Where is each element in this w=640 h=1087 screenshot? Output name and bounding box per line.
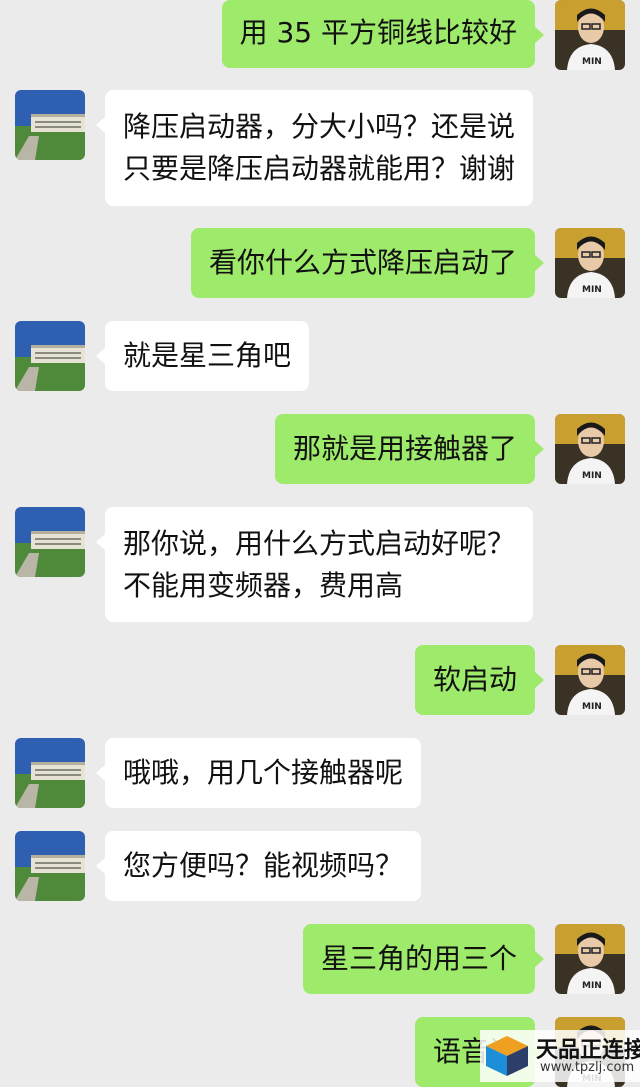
building-avatar-icon (15, 321, 85, 391)
contact-avatar[interactable] (15, 90, 85, 160)
message-text: 您方便吗？能视频吗？ (123, 849, 404, 882)
message-bubble[interactable]: 看你什么方式降压启动了 (190, 228, 545, 298)
message-bubble[interactable]: 那就是用接触器了 (274, 414, 545, 484)
message-text: 那就是用接触器了 (292, 432, 517, 465)
svg-text:MIN: MIN (582, 57, 602, 67)
message-text: 软启动 (432, 663, 517, 696)
building-avatar-icon (15, 738, 85, 808)
message-text: 不能用变频器，费用高 (123, 569, 404, 602)
user-avatar[interactable]: MIN (555, 645, 625, 715)
message-text: 星三角的用三个 (320, 942, 517, 975)
watermark: 天品正连接 www.tpzlj.com (480, 1030, 640, 1082)
person-avatar-icon: MIN (555, 924, 625, 994)
building-avatar-icon (15, 90, 85, 160)
message-bubble[interactable]: 用 35 平方铜线比较好 (221, 0, 545, 68)
building-avatar-icon (15, 831, 85, 901)
message-text: 用 35 平方铜线比较好 (239, 16, 517, 49)
message-bubble[interactable]: 哦哦，用几个接触器呢 (95, 738, 422, 808)
person-avatar-icon: MIN (555, 228, 625, 298)
message-text: 降压启动器，分大小吗？还是说 (123, 110, 516, 143)
person-avatar-icon: MIN (555, 0, 625, 70)
message-text: 那你说，用什么方式启动好呢？ (123, 527, 516, 560)
user-avatar[interactable]: MIN (555, 414, 625, 484)
cube-logo-icon (486, 1036, 528, 1076)
message-bubble[interactable]: 那你说，用什么方式启动好呢？ 不能用变频器，费用高 (95, 507, 534, 622)
building-avatar-icon (15, 507, 85, 577)
watermark-url: www.tpzlj.com (540, 1060, 635, 1075)
message-text: 只要是降压启动器就能用？谢谢 (123, 152, 516, 185)
contact-avatar[interactable] (15, 507, 85, 577)
svg-text:MIN: MIN (582, 471, 602, 481)
user-avatar[interactable]: MIN (555, 0, 625, 70)
message-bubble[interactable]: 软启动 (414, 645, 545, 715)
message-bubble[interactable]: 就是星三角吧 (95, 321, 310, 391)
svg-text:MIN: MIN (582, 285, 602, 295)
contact-avatar[interactable] (15, 321, 85, 391)
message-bubble[interactable]: 您方便吗？能视频吗？ (95, 831, 422, 901)
message-text: 哦哦，用几个接触器呢 (123, 756, 404, 789)
person-avatar-icon: MIN (555, 645, 625, 715)
message-text: 看你什么方式降压启动了 (208, 246, 517, 279)
contact-avatar[interactable] (15, 738, 85, 808)
svg-text:MIN: MIN (582, 981, 602, 991)
message-bubble[interactable]: 星三角的用三个 (302, 924, 545, 994)
user-avatar[interactable]: MIN (555, 924, 625, 994)
svg-text:MIN: MIN (582, 702, 602, 712)
person-avatar-icon: MIN (555, 414, 625, 484)
message-bubble[interactable]: 降压启动器，分大小吗？还是说 只要是降压启动器就能用？谢谢 (95, 90, 534, 206)
contact-avatar[interactable] (15, 831, 85, 901)
user-avatar[interactable]: MIN (555, 228, 625, 298)
message-text: 就是星三角吧 (123, 339, 292, 372)
